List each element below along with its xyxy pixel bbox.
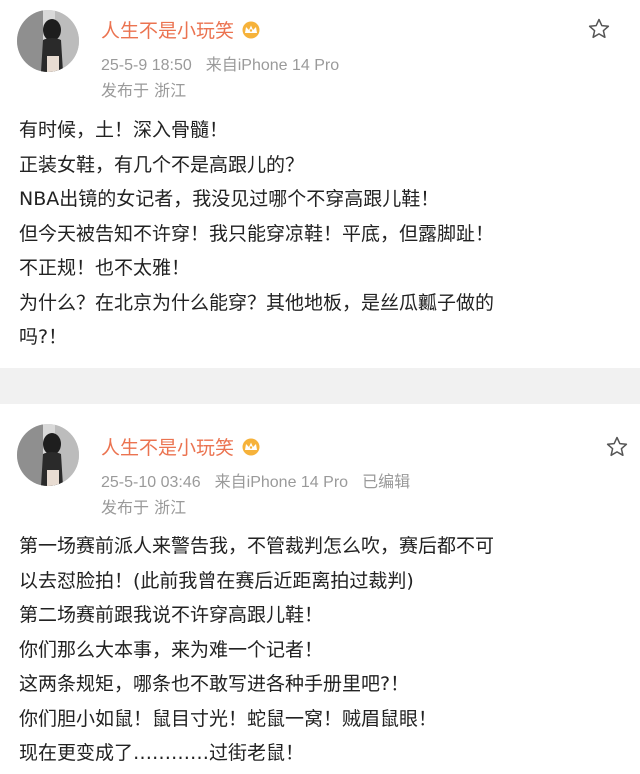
post-line: 以去怼脸拍！(此前我曾在赛后近距离拍过裁判): [19, 569, 414, 592]
post-line: 第一场赛前派人来警告我，不管裁判怎么吹，赛后都不可: [19, 535, 495, 557]
post-line: 你们胆小如鼠！鼠目寸光！蛇鼠一窝！贼眉鼠眼！: [19, 707, 438, 730]
crown-badge-icon: [242, 21, 260, 38]
post-body: 有时候，土！深入骨髓！ 正装女鞋，有几个不是高跟儿的？ NBA出镜的女记者，我没…: [19, 113, 629, 355]
post-date[interactable]: 25-5-9 18:50: [101, 57, 192, 74]
post-line: 不正规！也不太雅！: [19, 257, 191, 279]
edited-label[interactable]: 已编辑: [362, 474, 410, 491]
avatar[interactable]: [17, 10, 79, 72]
post-location: 发布于 浙江: [101, 498, 187, 517]
post-line: 有时候，土！深入骨髓！: [19, 119, 229, 141]
post-line: 你们那么大本事，来为难一个记者！: [19, 638, 324, 661]
author-name-text[interactable]: 人生不是小玩笑: [101, 16, 234, 43]
post-line: 正装女鞋，有几个不是高跟儿的？: [19, 153, 305, 176]
post-meta: 25-5-9 18:50 来自iPhone 14 Pro: [101, 51, 339, 75]
post-line: NBA出镜的女记者，我没见过哪个不穿高跟儿鞋！: [19, 188, 440, 210]
post-line: 第二场赛前跟我说不许穿高跟儿鞋！: [19, 604, 324, 626]
post-date[interactable]: 25-5-10 03:46: [101, 474, 201, 491]
post-line: 这两条规矩，哪条也不敢写进各种手册里吧?！: [19, 673, 410, 695]
crown-badge-icon: [242, 438, 260, 455]
post-line: 吗?！: [19, 326, 68, 348]
post-location: 发布于 浙江: [101, 81, 187, 100]
post-line: 但今天被告知不许穿！我只能穿凉鞋！平底，但露脚趾！: [19, 222, 495, 245]
post-source: 来自iPhone 14 Pro: [214, 474, 349, 491]
star-icon[interactable]: [587, 17, 611, 41]
author-name[interactable]: 人生不是小玩笑: [101, 433, 262, 460]
star-icon[interactable]: [605, 435, 629, 459]
post-body: 第一场赛前派人来警告我，不管裁判怎么吹，赛后都不可 以去怼脸拍！(此前我曾在赛后…: [19, 529, 629, 771]
author-name[interactable]: 人生不是小玩笑: [101, 16, 262, 43]
post-meta: 25-5-10 03:46 来自iPhone 14 Pro 已编辑: [101, 468, 410, 492]
post-line: 现在更变成了…………过街老鼠！: [19, 742, 305, 764]
post-line: 为什么？在北京为什么能穿？其他地板，是丝瓜瓤子做的: [19, 291, 495, 314]
avatar[interactable]: [17, 424, 79, 486]
post-source: 来自iPhone 14 Pro: [205, 57, 340, 74]
author-name-text[interactable]: 人生不是小玩笑: [101, 433, 234, 460]
